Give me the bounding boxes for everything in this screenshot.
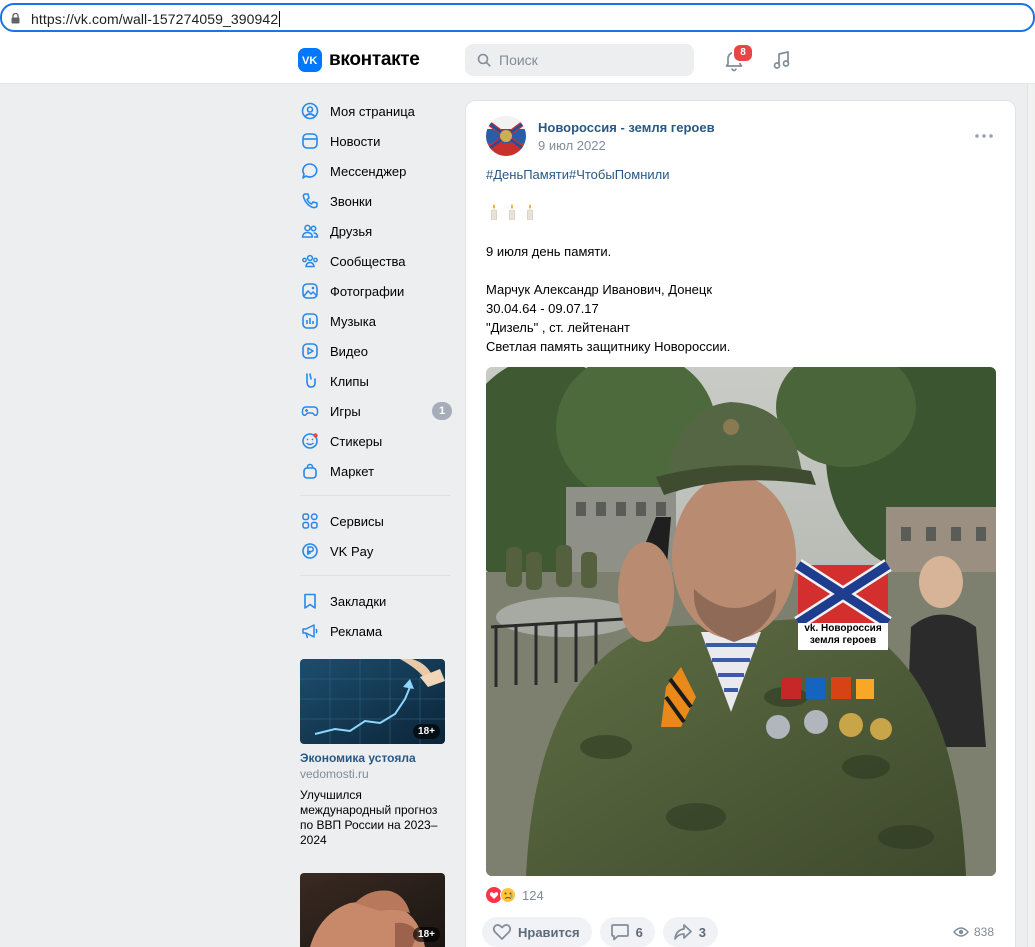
music-player-icon[interactable] [770,48,794,72]
candle-emoji-icon [491,204,497,220]
menu-item-vkpay[interactable]: VK Pay [300,536,452,566]
clips-icon [300,371,320,391]
ad-image[interactable]: 18+ [300,659,445,744]
vk-logo[interactable]: VK вконтакте [298,48,420,72]
browser-address-bar: https://vk.com/wall-157274059_390942 [0,0,1035,36]
game-icon [300,401,320,421]
ad-domain: vedomosti.ru [300,767,369,781]
more-options-icon[interactable] [974,128,994,144]
like-button[interactable]: Нравится [482,917,592,947]
vk-logo-icon: VK [298,48,322,72]
photo-watermark: vk. Новороссия земля героев [804,623,882,646]
post-text-line: Светлая память защитнику Новороссии. [486,339,731,354]
like-label: Нравится [518,924,580,940]
friends-icon [300,221,320,241]
share-icon [673,924,692,940]
logo-text: вконтакте [329,49,420,70]
lock-icon [11,13,20,24]
url-text: https://vk.com/wall-157274059_390942 [31,11,281,27]
svg-text:VK: VK [302,55,317,65]
candle-emoji-icon [509,204,515,220]
post-text-line: 30.04.64 - 09.07.17 [486,301,599,316]
ads-icon [300,621,320,641]
user-circle-icon [300,101,320,121]
bookmark-icon [300,591,320,611]
message-icon [300,161,320,181]
menu-item-market[interactable]: Маркет [300,456,452,486]
menu-item-my-page[interactable]: Моя страница [300,96,452,126]
menu-item-stickers[interactable]: Стикеры [300,426,452,456]
menu-item-ads[interactable]: Реклама [300,616,452,646]
candle-emoji-icon [527,204,533,220]
menu-divider [300,495,450,496]
wall-post: Новороссия - земля героев 9 июл 2022 #Де… [465,100,1016,947]
menu-item-services[interactable]: Сервисы [300,506,452,536]
newsfeed-icon [300,131,320,151]
ad-block[interactable]: 18+ [300,873,445,947]
comment-button[interactable]: 6 [599,917,655,947]
reactions-summary[interactable]: 124 [486,887,544,903]
sad-reaction-icon [500,887,516,903]
comments-count: 6 [635,924,643,940]
post-actions: Нравится 6 3 [482,917,719,947]
search-input[interactable] [499,50,679,70]
post-text-line: 9 июля день памяти. [486,244,612,259]
market-icon [300,461,320,481]
music-icon [300,311,320,331]
communities-icon [300,251,320,271]
left-menu: Моя страница Новости Мессенджер Звонки Д… [300,96,452,646]
shares-count: 3 [698,924,707,940]
post-photo[interactable]: vk. Новороссия земля героев [486,367,996,876]
url-field[interactable]: https://vk.com/wall-157274059_390942 [0,3,1035,32]
search-icon [477,53,491,67]
ad-block[interactable]: 18+ Экономика устояла vedomosti.ru Улучш… [300,659,445,848]
reactions-count: 124 [522,887,544,903]
menu-item-clips[interactable]: Клипы [300,366,452,396]
video-icon [300,341,320,361]
search-box[interactable] [465,44,694,76]
views-count: 838 [974,925,995,939]
age-badge: 18+ [413,927,440,942]
candle-emoji-row [488,204,536,220]
post-text-line: "Дизель" , ст. лейтенант [486,320,630,335]
ad-text[interactable]: Улучшился международный прогноз по ВВП Р… [300,788,445,848]
menu-item-messenger[interactable]: Мессенджер [300,156,452,186]
comment-icon [610,924,629,941]
views-counter: 838 [953,925,994,939]
page-scrollbar[interactable] [1027,84,1035,947]
photo-icon [300,281,320,301]
eye-icon [953,927,969,937]
ad-image[interactable]: 18+ [300,873,445,947]
games-count-badge: 1 [432,402,452,420]
services-icon [300,511,320,531]
vkpay-icon [300,541,320,561]
menu-item-calls[interactable]: Звонки [300,186,452,216]
phone-icon [300,191,320,211]
share-button[interactable]: 3 [662,917,719,947]
post-text-line [486,261,996,280]
post-hashtags[interactable]: #ДеньПамяти#ЧтобыПомнили [486,167,670,182]
vk-header: VK вконтакте 8 [0,36,1035,84]
menu-item-video[interactable]: Видео [300,336,452,366]
post-text-line: Марчук Александр Иванович, Донецк [486,282,713,297]
sticker-icon [300,431,320,451]
ad-title[interactable]: Экономика устояла [300,751,445,765]
post-date[interactable]: 9 июл 2022 [538,138,606,153]
menu-item-bookmarks[interactable]: Закладки [300,586,452,616]
age-badge: 18+ [413,724,440,739]
menu-item-music[interactable]: Музыка [300,306,452,336]
menu-divider [300,575,450,576]
menu-item-friends[interactable]: Друзья [300,216,452,246]
post-author[interactable]: Новороссия - земля героев [538,120,715,135]
menu-item-news[interactable]: Новости [300,126,452,156]
post-text: 9 июля день памяти. Марчук Александр Ива… [486,242,996,356]
menu-item-photos[interactable]: Фотографии [300,276,452,306]
community-avatar[interactable] [486,116,526,156]
menu-item-communities[interactable]: Сообщества [300,246,452,276]
heart-icon [492,924,512,940]
menu-item-games[interactable]: Игры 1 [300,396,452,426]
notifications-badge: 8 [732,43,754,63]
